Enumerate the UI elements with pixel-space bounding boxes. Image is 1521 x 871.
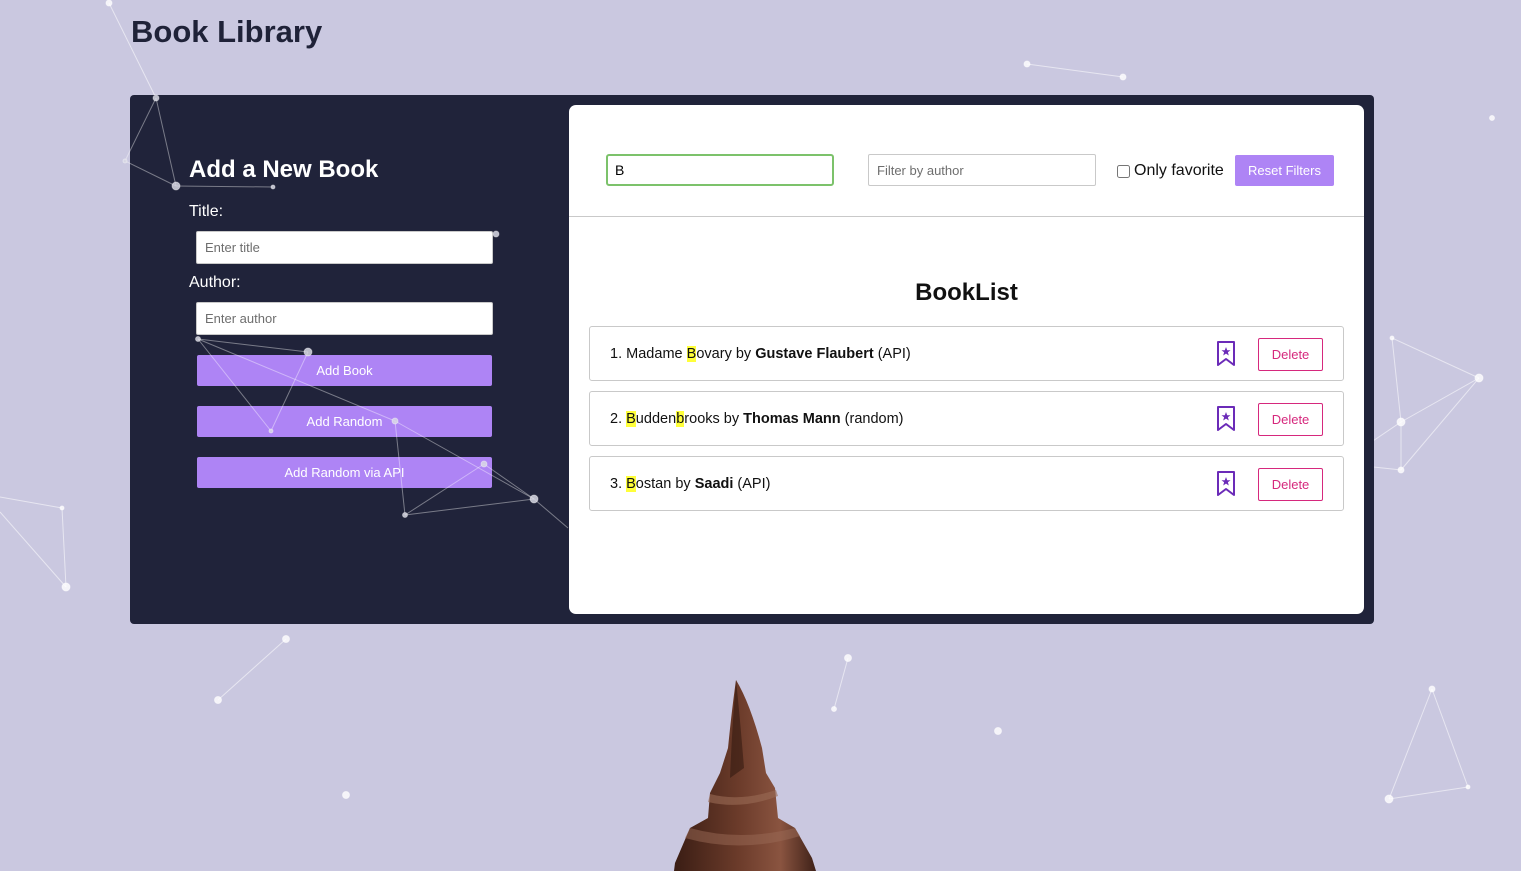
book-by: by — [675, 476, 691, 492]
search-highlight: B — [686, 346, 697, 362]
author-input[interactable] — [196, 302, 493, 335]
book-source: (API) — [877, 346, 911, 362]
add-random-api-button[interactable]: Add Random via API — [197, 457, 492, 488]
book-entry-text: 1. Madame Bovary by Gustave Flaubert (AP… — [610, 327, 911, 381]
book-source: (API) — [737, 476, 771, 492]
book-author: Thomas Mann — [743, 411, 841, 427]
filter-bar: Only favorite Reset Filters — [569, 105, 1364, 217]
book-by: by — [735, 346, 752, 362]
bookmark-star-icon[interactable] — [1216, 405, 1236, 433]
add-book-button[interactable]: Add Book — [197, 355, 492, 386]
book-list-card: Only favorite Reset Filters BookList 1. … — [569, 105, 1364, 614]
page-title: Book Library — [131, 14, 323, 49]
book-list-item: 1. Madame Bovary by Gustave Flaubert (AP… — [589, 326, 1344, 381]
book-index: 3. — [610, 476, 623, 492]
book-author: Saadi — [694, 476, 734, 492]
title-filter-input[interactable] — [606, 154, 834, 186]
only-favorite-label: Only favorite — [1134, 162, 1224, 179]
book-index: 2. — [610, 411, 623, 427]
book-source: (random) — [844, 411, 904, 427]
title-input[interactable] — [196, 231, 493, 264]
search-highlight: B — [626, 476, 636, 492]
search-highlight: b — [676, 411, 685, 427]
author-filter-input[interactable] — [868, 154, 1096, 186]
book-author: Gustave Flaubert — [755, 346, 874, 362]
castle-spire-model — [674, 680, 816, 871]
add-random-button[interactable]: Add Random — [197, 406, 492, 437]
book-title: Buddenbrooks — [626, 411, 720, 427]
book-title: Madame Bovary — [626, 346, 732, 362]
search-highlight: B — [626, 411, 636, 427]
book-list-item: 3. Bostan by Saadi (API) Delete — [589, 456, 1344, 511]
book-by: by — [723, 411, 740, 427]
only-favorite-checkbox[interactable] — [1117, 164, 1130, 178]
add-book-form: Add a New Book Title: Author: Add Book A… — [189, 153, 499, 488]
book-title: Bostan — [626, 476, 672, 492]
book-list-heading: BookList — [915, 279, 1018, 306]
book-list-item: 2. Buddenbrooks by Thomas Mann (random) … — [589, 391, 1344, 446]
title-label: Title: — [189, 203, 224, 220]
book-entry-text: 3. Bostan by Saadi (API) — [610, 457, 770, 511]
book-list: 1. Madame Bovary by Gustave Flaubert (AP… — [589, 326, 1344, 521]
form-heading: Add a New Book — [189, 156, 379, 183]
only-favorite-toggle[interactable]: Only favorite — [1116, 161, 1224, 181]
book-index: 1. — [610, 346, 623, 362]
bookmark-star-icon[interactable] — [1216, 340, 1236, 368]
delete-button[interactable]: Delete — [1258, 403, 1323, 436]
app-panel: Add a New Book Title: Author: Add Book A… — [130, 95, 1374, 624]
bookmark-star-icon[interactable] — [1216, 470, 1236, 498]
delete-button[interactable]: Delete — [1258, 338, 1323, 371]
book-entry-text: 2. Buddenbrooks by Thomas Mann (random) — [610, 392, 904, 446]
reset-filters-button[interactable]: Reset Filters — [1235, 155, 1334, 186]
delete-button[interactable]: Delete — [1258, 468, 1323, 501]
author-label: Author: — [189, 274, 241, 291]
